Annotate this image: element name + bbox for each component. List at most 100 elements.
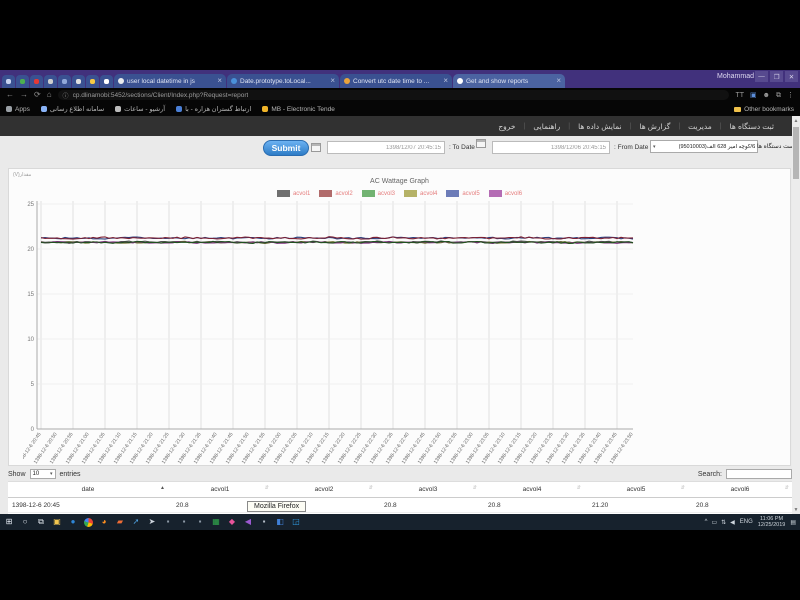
scroll-down-icon[interactable]: ▼ bbox=[792, 505, 800, 514]
tray-chevron-icon[interactable]: ^ bbox=[705, 519, 708, 525]
nav-item[interactable]: راهنمایی bbox=[525, 122, 568, 131]
vscode-icon[interactable]: ◲ bbox=[291, 517, 301, 527]
page-size-select[interactable]: 10 ▾ bbox=[30, 469, 56, 479]
scrollbar-thumb[interactable] bbox=[793, 127, 799, 179]
app-dark-icon[interactable]: ▪ bbox=[179, 517, 189, 527]
from-date-input[interactable] bbox=[492, 141, 610, 154]
page-scrollbar[interactable]: ▲ ▼ bbox=[792, 116, 800, 514]
edge-orb-icon[interactable]: ● bbox=[68, 517, 78, 527]
volume-icon[interactable]: ◀ bbox=[730, 519, 735, 526]
sort-icon[interactable]: ⇵ bbox=[265, 485, 269, 491]
tool-icon[interactable]: ▪ bbox=[259, 517, 269, 527]
legend-item[interactable]: acvol4 bbox=[404, 190, 437, 197]
taskbar-clock[interactable]: 11:06 PM 12/25/2019 bbox=[758, 516, 786, 529]
page-info-icon[interactable]: ⓘ bbox=[63, 91, 69, 100]
device-select[interactable]: 6/کوچه امیر 628 الف(95010003) ▾ bbox=[650, 140, 758, 153]
start-icon[interactable]: ⊞ bbox=[4, 517, 14, 527]
column-header[interactable]: acvol2⇵ bbox=[272, 482, 376, 498]
sort-asc-icon[interactable]: ▲ bbox=[160, 485, 165, 491]
tab-close-icon[interactable]: × bbox=[556, 77, 561, 85]
refresh-icon[interactable]: ⟳ bbox=[34, 91, 41, 99]
text-size-icon[interactable]: TT bbox=[735, 92, 744, 99]
restore-icon[interactable]: ❐ bbox=[770, 71, 783, 82]
column-header[interactable]: acvol1⇵ bbox=[168, 482, 272, 498]
legend-item[interactable]: acvol6 bbox=[489, 190, 522, 197]
browser-tab[interactable]: Get and show reports× bbox=[453, 74, 565, 88]
browser-tab[interactable]: Convert utc date time to ...× bbox=[340, 74, 452, 88]
paint-icon[interactable]: ◆ bbox=[227, 517, 237, 527]
column-header[interactable]: acvol6⇵ bbox=[688, 482, 792, 498]
bookmark-item[interactable]: آرشیو - ساعات bbox=[115, 105, 165, 113]
sort-icon[interactable]: ⇵ bbox=[369, 485, 373, 491]
back-icon[interactable]: ← bbox=[6, 91, 14, 99]
nav-item[interactable]: مدیریت bbox=[680, 122, 720, 131]
minimize-icon[interactable]: — bbox=[755, 71, 768, 82]
search-input[interactable] bbox=[726, 469, 792, 479]
ide-icon[interactable]: ◧ bbox=[275, 517, 285, 527]
submit-button[interactable]: Submit bbox=[263, 140, 309, 156]
calendar-icon[interactable] bbox=[476, 139, 486, 148]
scroll-up-icon[interactable]: ▲ bbox=[792, 116, 800, 125]
nav-item[interactable]: ثبت دستگاه ها bbox=[722, 122, 782, 131]
mini-tab[interactable] bbox=[30, 75, 43, 88]
column-header[interactable]: acvol5⇵ bbox=[584, 482, 688, 498]
nav-item[interactable]: نمایش داده ها bbox=[570, 122, 629, 131]
close-icon[interactable]: ✕ bbox=[785, 71, 798, 82]
column-header[interactable]: date▲ bbox=[8, 482, 168, 498]
browser-tab[interactable]: Date.prototype.toLocal...× bbox=[227, 74, 339, 88]
notifications-icon[interactable]: ▤ bbox=[790, 519, 796, 526]
language-indicator[interactable]: ENG bbox=[740, 519, 753, 525]
firefox-icon[interactable]: ◕ bbox=[99, 517, 109, 527]
sort-icon[interactable]: ⇵ bbox=[785, 485, 789, 491]
taskview-icon[interactable]: ⧉ bbox=[36, 517, 46, 527]
other-bookmarks[interactable]: Other bookmarks bbox=[734, 106, 794, 113]
tab-close-icon[interactable]: × bbox=[330, 77, 335, 85]
search-icon[interactable]: ○ bbox=[20, 517, 30, 527]
profile-icon[interactable]: ☻ bbox=[763, 92, 770, 99]
to-date-input[interactable] bbox=[327, 141, 445, 154]
sort-icon[interactable]: ⇵ bbox=[681, 485, 685, 491]
store-arrow-icon[interactable]: ➚ bbox=[131, 517, 141, 527]
bookmark-item[interactable]: سامانه اطلاع رسانی bbox=[41, 105, 104, 113]
nav-item[interactable]: گزارش ها bbox=[631, 122, 678, 131]
extensions-icon[interactable]: ⧉ bbox=[776, 92, 781, 99]
calendar-icon[interactable] bbox=[311, 143, 321, 152]
app-dark-icon[interactable]: ▪ bbox=[163, 517, 173, 527]
browser-profile-name[interactable]: Mohammad bbox=[717, 73, 754, 80]
column-header[interactable]: acvol4⇵ bbox=[480, 482, 584, 498]
bookmark-item[interactable]: ارتباط گستران هزاره - با bbox=[176, 105, 251, 113]
app-dark-icon[interactable]: ▪ bbox=[195, 517, 205, 527]
mini-tab[interactable] bbox=[16, 75, 29, 88]
address-bar[interactable]: ⓘ cp.dlinamobi:5452/sections/Client/Inde… bbox=[58, 90, 730, 100]
tab-close-icon[interactable]: × bbox=[443, 77, 448, 85]
forward-icon[interactable]: → bbox=[20, 91, 28, 99]
tab-close-icon[interactable]: × bbox=[217, 77, 222, 85]
excel-icon[interactable]: ▦ bbox=[211, 517, 221, 527]
table-row[interactable]: 1398-12-6 20:4520.821.2020.820.821.2020.… bbox=[8, 498, 792, 513]
chrome-icon[interactable] bbox=[84, 518, 93, 527]
sort-icon[interactable]: ⇵ bbox=[577, 485, 581, 491]
mini-tab[interactable] bbox=[72, 75, 85, 88]
battery-icon[interactable]: ▭ bbox=[711, 519, 717, 526]
legend-item[interactable]: acvol1 bbox=[277, 190, 310, 197]
office-icon[interactable]: ▰ bbox=[115, 517, 125, 527]
legend-item[interactable]: acvol2 bbox=[319, 190, 352, 197]
home-icon[interactable]: ⌂ bbox=[47, 91, 52, 99]
mini-tab[interactable] bbox=[58, 75, 71, 88]
bookmark-icon[interactable]: ▣ bbox=[750, 92, 757, 99]
mini-tab[interactable] bbox=[100, 75, 113, 88]
menu-icon[interactable]: ⋮ bbox=[787, 92, 794, 99]
nav-item[interactable]: خروج bbox=[490, 122, 523, 131]
mini-tab[interactable] bbox=[44, 75, 57, 88]
bookmark-item[interactable]: MB - Electronic Tende bbox=[262, 106, 334, 113]
mini-tab[interactable] bbox=[86, 75, 99, 88]
mini-tab[interactable] bbox=[2, 75, 15, 88]
legend-item[interactable]: acvol5 bbox=[446, 190, 479, 197]
network-icon[interactable]: ⇅ bbox=[721, 519, 726, 526]
column-header[interactable]: acvol3⇵ bbox=[376, 482, 480, 498]
sort-icon[interactable]: ⇵ bbox=[473, 485, 477, 491]
media-player-icon[interactable]: ◀ bbox=[243, 517, 253, 527]
legend-item[interactable]: acvol3 bbox=[362, 190, 395, 197]
bookmark-item[interactable]: Apps bbox=[6, 106, 30, 113]
browser-tab[interactable]: user local datetime in js× bbox=[114, 74, 226, 88]
